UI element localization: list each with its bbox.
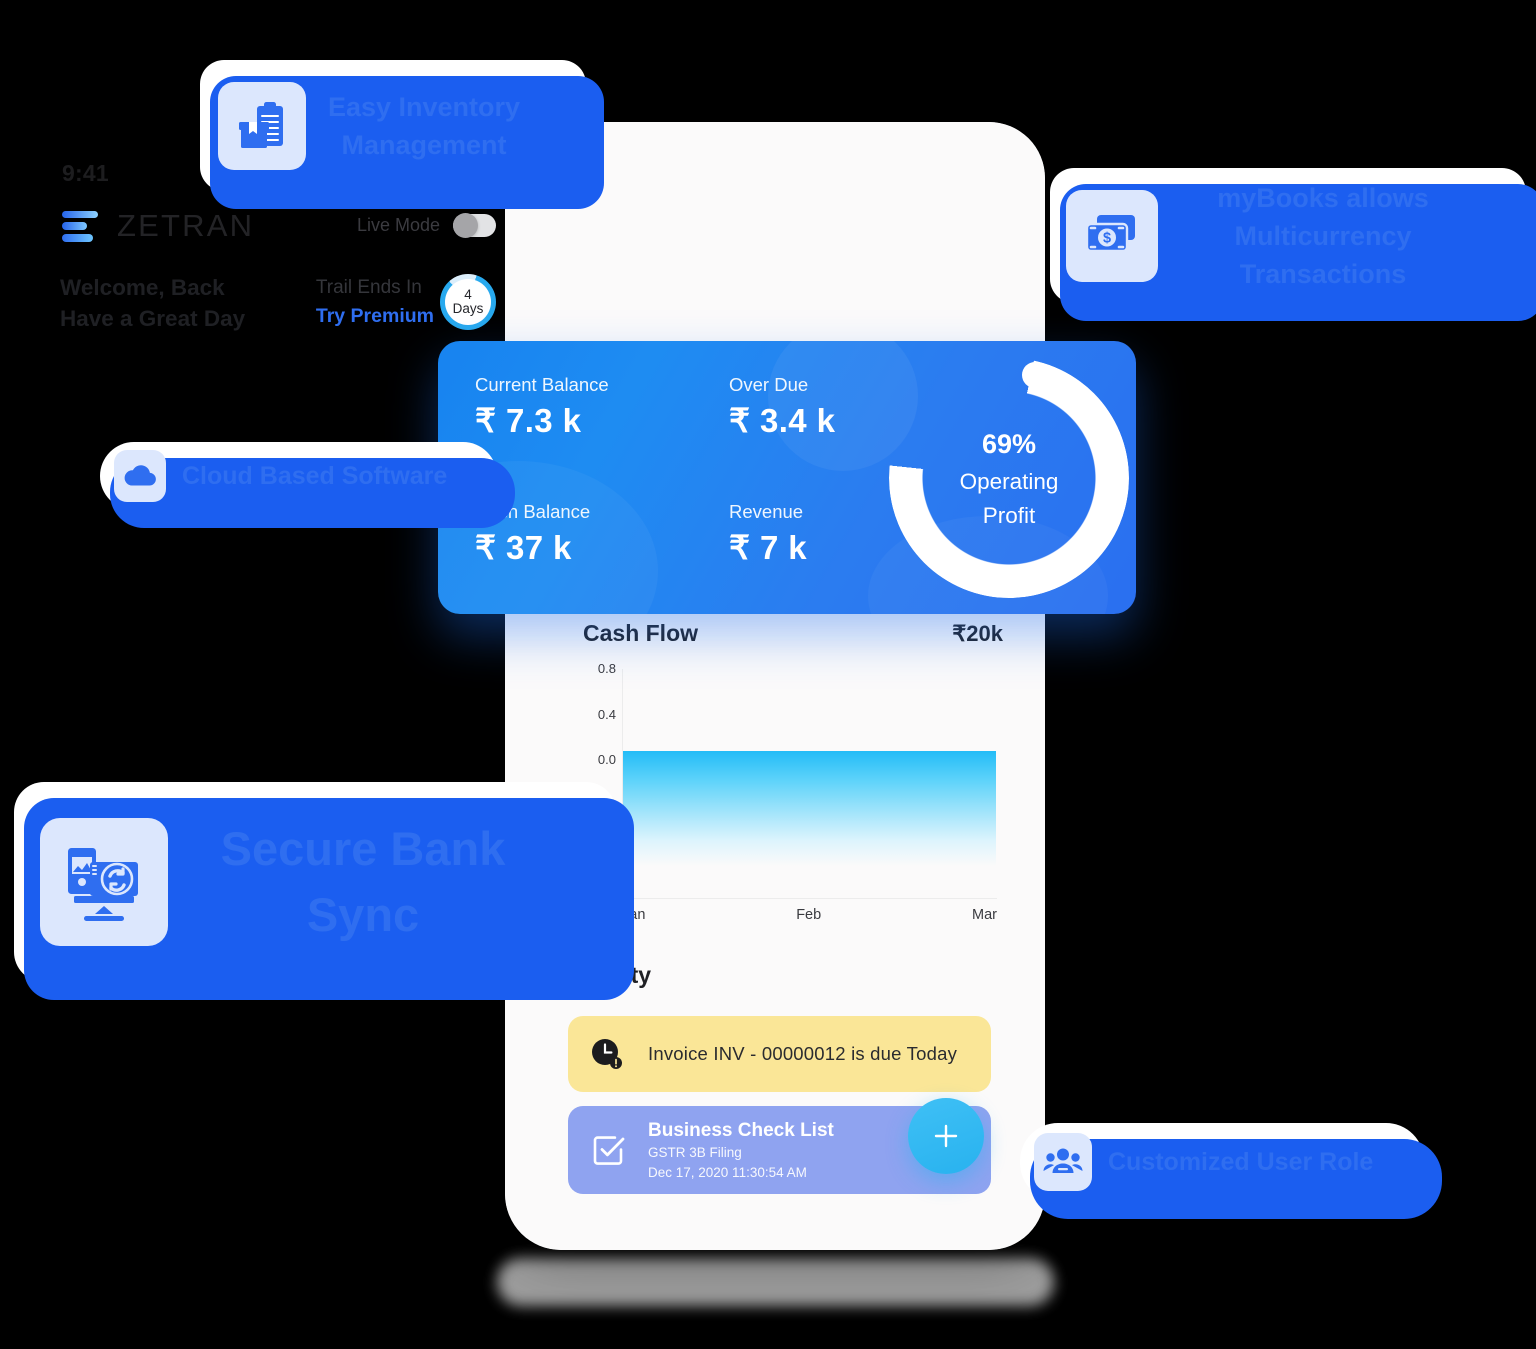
feature-line-1: Secure Bank bbox=[220, 822, 506, 875]
live-mode-toggle[interactable] bbox=[453, 213, 496, 238]
stat-label: Over Due bbox=[729, 374, 809, 395]
stat-label: Current Balance bbox=[475, 374, 609, 395]
users-group-icon bbox=[1034, 1133, 1092, 1191]
feature-pill-label: Customized User Role bbox=[1108, 1147, 1374, 1176]
welcome-line-2: Have a Great Day bbox=[60, 306, 246, 331]
operating-profit-donut: 69% Operating Profit bbox=[889, 358, 1129, 598]
stat-value: ₹ 7.3 k bbox=[475, 402, 582, 439]
welcome-line-1: Welcome, Back bbox=[60, 275, 225, 300]
feature-pill-secure-bank-sync[interactable]: Secure Bank Sync bbox=[14, 782, 634, 1000]
brand-lockup: ZETRAN bbox=[62, 208, 254, 244]
live-mode-control[interactable]: Live Mode bbox=[356, 213, 496, 238]
stat-value: ₹ 37 k bbox=[475, 529, 572, 566]
stat-label: Revenue bbox=[729, 501, 804, 522]
checklist-title: Business Check List bbox=[648, 1119, 834, 1141]
stat-value: ₹ 3.4 k bbox=[729, 402, 836, 439]
y-tick: 0.8 bbox=[597, 661, 616, 676]
checkbox-icon bbox=[590, 1132, 626, 1168]
feature-line-1: Easy Inventory bbox=[327, 91, 521, 122]
zetran-logo-icon bbox=[62, 210, 98, 242]
status-bar-time: 9:41 bbox=[62, 160, 109, 186]
feature-pill-label: myBooks allows Multicurrency Transaction… bbox=[1158, 179, 1488, 293]
cash-flow-plot: 0.8 0.4 0.0 -0.4 -0.8 -1.2 bbox=[594, 661, 997, 900]
feature-pill-multicurrency-transactions[interactable]: $ myBooks allows Multicurrency Transacti… bbox=[1050, 168, 1536, 321]
showcase-stage: 9:41 ZETRAN Live Mode Welcome, Back Have… bbox=[0, 0, 1536, 1349]
donut-percent: 69% bbox=[981, 428, 1037, 459]
phone-drop-shadow bbox=[497, 1258, 1054, 1306]
stat-value: ₹ 7 k bbox=[729, 529, 808, 566]
clock-alert-icon bbox=[590, 1037, 624, 1071]
device-sync-icon bbox=[40, 818, 168, 946]
feature-line-1: myBooks allows bbox=[1217, 182, 1429, 213]
x-tick: Feb bbox=[796, 907, 822, 923]
trial-days-word: Days bbox=[452, 301, 484, 316]
feature-pill-label: Easy Inventory Management bbox=[306, 88, 542, 164]
x-axis-ticks: Jan Feb Mar bbox=[622, 907, 997, 923]
feature-pill-customized-user-role[interactable]: Customized User Role bbox=[1020, 1123, 1442, 1219]
checklist-subtitle: GSTR 3B Filing bbox=[648, 1144, 742, 1160]
trial-days-number: 4 bbox=[464, 287, 472, 302]
donut-caption-line-2: Profit bbox=[982, 502, 1036, 528]
donut-center-text: 69% Operating Profit bbox=[889, 358, 1129, 598]
try-premium-link[interactable]: Try Premium bbox=[316, 302, 434, 331]
cash-flow-area-series bbox=[623, 750, 996, 866]
feature-line-2: Sync bbox=[306, 888, 420, 941]
y-tick: 0.4 bbox=[597, 707, 616, 722]
checklist-date: Dec 17, 2020 11:30:54 AM bbox=[648, 1164, 807, 1180]
cash-flow-header: Cash Flow ₹20k bbox=[583, 620, 1003, 647]
feature-pill-label: Secure Bank Sync bbox=[168, 816, 558, 948]
y-tick: 0.0 bbox=[597, 752, 616, 767]
banknote-dollar-icon: $ bbox=[1066, 189, 1158, 282]
stat-revenue: Revenue ₹ 7 k bbox=[729, 499, 807, 571]
x-tick: Mar bbox=[972, 907, 997, 923]
feature-line-2: Management bbox=[341, 129, 507, 160]
trial-days-ring: 4 Days bbox=[440, 274, 496, 330]
app-header: ZETRAN Live Mode bbox=[0, 200, 540, 262]
welcome-message: Welcome, Back Have a Great Day bbox=[60, 272, 245, 334]
cash-flow-total: ₹20k bbox=[952, 620, 1003, 646]
feature-line-2: Multicurrency bbox=[1234, 220, 1412, 251]
add-activity-button[interactable] bbox=[908, 1098, 984, 1174]
invoice-activity-text: Invoice INV - 00000012 is due Today bbox=[648, 1043, 958, 1064]
feature-pill-easy-inventory-management[interactable]: Easy Inventory Management bbox=[200, 60, 604, 209]
invoice-activity-card[interactable]: Invoice INV - 00000012 is due Today bbox=[568, 1016, 991, 1092]
svg-text:$: $ bbox=[1103, 230, 1111, 246]
trial-texts: Trail Ends In Try Premium bbox=[316, 272, 434, 331]
trial-label: Trail Ends In bbox=[315, 277, 422, 298]
feature-pill-cloud-based-software[interactable]: Cloud Based Software bbox=[100, 442, 515, 528]
stat-current-balance: Current Balance ₹ 7.3 k bbox=[475, 372, 609, 444]
stat-over-due: Over Due ₹ 3.4 k bbox=[729, 372, 835, 444]
trial-block: Trail Ends In Try Premium 4 Days bbox=[316, 272, 496, 331]
feature-line-3: Transactions bbox=[1239, 258, 1407, 289]
welcome-row: Welcome, Back Have a Great Day Trail End… bbox=[0, 272, 540, 340]
feature-pill-label: Cloud Based Software bbox=[182, 461, 448, 490]
donut-caption-line-1: Operating bbox=[959, 468, 1059, 494]
x-axis-line bbox=[622, 897, 997, 899]
summary-card: Current Balance ₹ 7.3 k Over Due ₹ 3.4 k… bbox=[438, 341, 1136, 614]
cloud-icon bbox=[114, 450, 166, 502]
live-mode-label: Live Mode bbox=[356, 215, 440, 235]
brand-name: ZETRAN bbox=[117, 208, 255, 243]
trial-days-text: 4 Days bbox=[440, 274, 496, 330]
plus-icon bbox=[934, 1124, 958, 1148]
clipboard-box-icon bbox=[218, 81, 306, 170]
cash-flow-title: Cash Flow bbox=[583, 620, 699, 646]
checklist-texts: Business Check List GSTR 3B Filing Dec 1… bbox=[648, 1118, 834, 1183]
